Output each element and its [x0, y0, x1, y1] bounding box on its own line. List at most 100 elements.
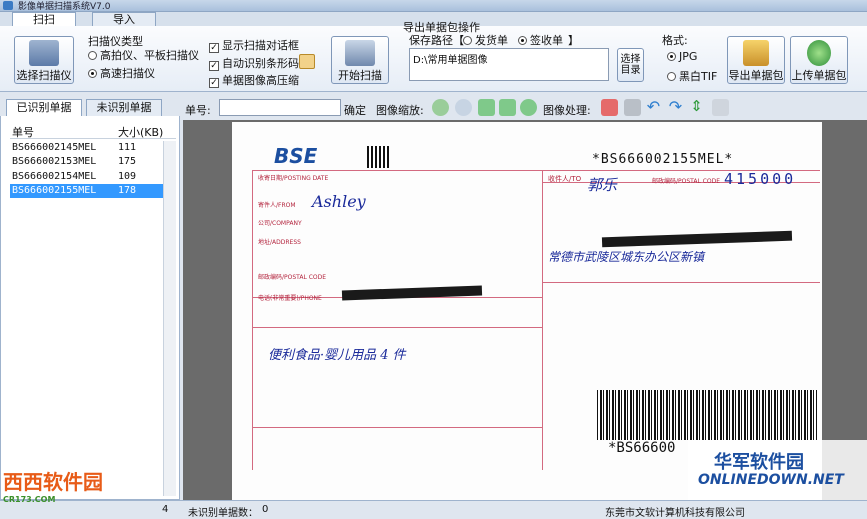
settings-gear-icon[interactable] [299, 54, 315, 69]
order-no-label: 单号: [185, 104, 211, 117]
check-compress[interactable]: ✓ [209, 78, 219, 88]
select-scanner-label: 选择扫描仪 [16, 69, 72, 82]
select-scanner-button[interactable]: 选择扫描仪 [14, 36, 74, 84]
radio-sign[interactable] [518, 36, 527, 45]
contents-handwriting: 便利食品·婴儿用品 4 件 [268, 348, 406, 363]
col-size[interactable]: 大小(KB) [118, 124, 163, 140]
format-jpg-option[interactable]: JPG [667, 50, 697, 63]
list-item-size: 175 [118, 156, 137, 167]
rotate-left-icon[interactable]: ↶ [645, 99, 662, 116]
doc-line [252, 427, 542, 428]
option-compress[interactable]: ✓ 单据图像高压缩 [209, 72, 299, 88]
qr-code-icon [367, 146, 389, 168]
tab-import[interactable]: 导入 [92, 12, 156, 26]
phone-label: 电话(非常重要)/PHONE [258, 295, 322, 302]
list-item[interactable]: BS666002154MEL 109 [10, 170, 176, 184]
upload-icon [807, 40, 831, 66]
fit-page-icon[interactable] [520, 99, 537, 116]
list-item-no: BS666002154MEL [12, 171, 97, 182]
radio-jpg[interactable] [667, 52, 676, 61]
start-scan-label: 开始扫描 [338, 69, 382, 82]
start-scan-button[interactable]: 开始扫描 [331, 36, 389, 84]
unrecognized-count-value: 0 [262, 504, 269, 515]
col-order-no[interactable]: 单号 [12, 124, 34, 140]
check-compress-label: 单据图像高压缩 [222, 74, 299, 87]
radio-send-label: 发货单 [475, 34, 508, 47]
recipient-address-handwriting: 常德市武陵区城东办公区新镇 [548, 250, 705, 264]
zoom-label: 图像缩放: [376, 104, 424, 117]
watermark-left-text: 西西软件园 [3, 470, 103, 494]
doc-line [252, 327, 542, 328]
list-scrollbar[interactable] [163, 141, 176, 496]
window-title: 影像单据扫描系统V7.0 [18, 2, 111, 12]
status-bar: 4 未识别单据数： 0 东莞市文软计算机科技有限公司 [0, 500, 867, 519]
list-item-size: 111 [118, 142, 137, 153]
redacted-address [601, 230, 793, 248]
title-bar: 影像单据扫描系统V7.0 [0, 0, 867, 12]
order-no-input[interactable] [219, 99, 341, 116]
recipient-postcode-digits: 415000 [724, 170, 797, 188]
option-show-dialog[interactable]: ✓ 显示扫描对话框 [209, 37, 299, 53]
list-item-no: BS666002153MEL [12, 156, 97, 167]
company-name: 东莞市文软计算机科技有限公司 [605, 508, 745, 519]
choose-dir-button[interactable]: 选择目录 [617, 48, 644, 82]
save-path-label: 保存路径【 [409, 34, 464, 47]
zoom-out-icon[interactable] [455, 99, 472, 116]
viewer-toolbar: 单号: 确定 图像缩放: 图像处理: ↶ ↷ ⇕ [180, 96, 867, 120]
format-tif-option[interactable]: 黑白TIF [667, 68, 717, 84]
radio-highspeed[interactable] [88, 69, 97, 78]
radio-tif[interactable] [667, 72, 676, 81]
upload-package-label: 上传单据包 [791, 69, 847, 82]
postcode-label: 邮政编码/POSTAL CODE [258, 274, 327, 281]
barcode-bottom-text: *BS66600 [608, 440, 676, 456]
list-item-selected[interactable]: BS666002155MEL 178 [10, 184, 176, 198]
tab-scan[interactable]: 扫扫 [12, 12, 76, 26]
list-header: 单号 大小(KB) [10, 124, 176, 139]
radio-send[interactable] [463, 36, 472, 45]
unrecognized-count-label: 未识别单据数： [188, 508, 258, 519]
scanner-type-flatbed[interactable]: 高拍仪、平板扫描仪 [88, 47, 199, 63]
radio-send-option[interactable]: 发货单 [463, 32, 508, 48]
radio-sign-label: 签收单 [530, 34, 563, 47]
flip-vertical-icon[interactable]: ⇕ [688, 99, 705, 116]
check-show-dialog[interactable]: ✓ [209, 43, 219, 53]
watermark-right: 华军软件园 ONLINEDOWN.NET [688, 440, 867, 500]
option-barcode[interactable]: ✓ 自动识别条形码 [209, 55, 299, 71]
format-label: 格式: [662, 34, 688, 47]
zoom-in-icon[interactable] [432, 99, 449, 116]
upload-package-button[interactable]: 上传单据包 [790, 36, 848, 84]
company-label: 公司/COMPANY [258, 220, 302, 227]
check-barcode[interactable]: ✓ [209, 61, 219, 71]
list-item-no: BS666002145MEL [12, 142, 97, 153]
export-package-button[interactable]: 导出单据包 [727, 36, 785, 84]
radio-highspeed-label: 高速扫描仪 [100, 67, 155, 80]
red-filter-icon[interactable] [601, 99, 618, 116]
posting-date-label: 收寄日期/POSTING DATE [258, 175, 329, 182]
rotate-right-icon[interactable]: ↷ [667, 99, 684, 116]
doc-line [252, 170, 253, 470]
radio-sign-option[interactable]: 签收单 [518, 32, 563, 48]
fit-height-icon[interactable] [499, 99, 516, 116]
tab-recognized[interactable]: 已识别单据 [6, 99, 82, 116]
print-icon[interactable] [712, 99, 729, 116]
radio-flatbed[interactable] [88, 51, 97, 60]
list-item[interactable]: BS666002153MEL 175 [10, 155, 176, 169]
watermark-left-sub: CR173.COM [3, 495, 56, 504]
barcode-image [597, 390, 817, 440]
scanner-type-highspeed[interactable]: 高速扫描仪 [88, 65, 155, 81]
confirm-button[interactable]: 确定 [344, 102, 366, 118]
list-item[interactable]: BS666002145MEL 111 [10, 141, 176, 155]
list-item-size: 109 [118, 171, 137, 182]
doc-line [542, 282, 820, 283]
watermark-right-sub: ONLINEDOWN.NET [698, 472, 844, 488]
radio-jpg-label: JPG [679, 50, 698, 63]
check-show-dialog-label: 显示扫描对话框 [222, 39, 299, 52]
list-item-size: 178 [118, 185, 137, 196]
scan-start-icon [345, 40, 375, 66]
check-barcode-label: 自动识别条形码 [222, 57, 299, 70]
save-path-input[interactable]: D:\常用单据图像 [409, 48, 609, 81]
tab-unrecognized[interactable]: 未识别单据 [86, 99, 162, 116]
export-icon [743, 40, 769, 66]
fit-width-icon[interactable] [478, 99, 495, 116]
delete-icon[interactable] [624, 99, 641, 116]
